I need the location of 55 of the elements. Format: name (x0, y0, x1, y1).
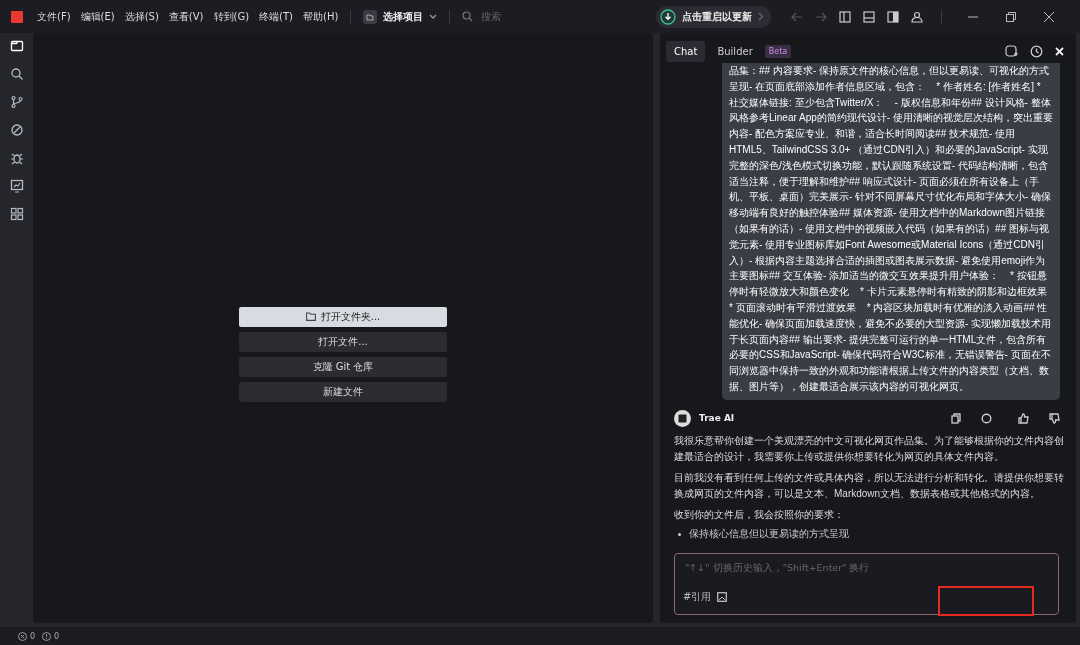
bullet-icon (678, 532, 681, 536)
chart-screen-icon[interactable] (9, 179, 24, 193)
copy-icon[interactable] (951, 412, 961, 424)
history-icon[interactable] (1030, 44, 1043, 58)
grid-icon[interactable] (9, 207, 24, 221)
chat-tab[interactable]: Builder (709, 40, 761, 62)
message-paragraph: 目前我没有看到任何上传的文件或具体内容，所以无法进行分析和转化。请提供你想要转换成网页的文件内容，可以是文本、Markdown文档、数据表格或其他格式的内容。 (674, 470, 1065, 502)
beta-badge: Beta (764, 44, 792, 58)
assistant-name: Trae AI (699, 413, 735, 424)
download-icon (660, 8, 676, 25)
chat-input[interactable]: "↑↓" 切换历史输入，"Shift+Enter" 换行 #引用 (674, 553, 1059, 615)
bottom-panel-icon[interactable] (863, 10, 875, 23)
warning-count: 0 (54, 631, 60, 641)
folder-icon (363, 9, 378, 24)
menu-item[interactable]: 转到(G) (213, 9, 250, 24)
update-button[interactable]: 点击重启以更新 (656, 5, 771, 28)
action-button[interactable]: 打开文件夹... (239, 306, 447, 327)
error-count: 0 (30, 631, 36, 641)
app-logo-icon (11, 10, 23, 23)
thumbs-up-icon[interactable] (1018, 412, 1029, 424)
account-icon[interactable] (911, 10, 923, 23)
search-icon[interactable] (9, 67, 24, 81)
chat-tab[interactable]: Chat (666, 40, 706, 62)
minimize-icon[interactable] (968, 15, 978, 18)
bug-icon[interactable] (9, 151, 24, 165)
warning-icon (42, 631, 52, 641)
avatar-icon (674, 409, 691, 427)
close-icon[interactable] (1044, 11, 1054, 22)
action-button[interactable]: 克隆 Git 仓库 (239, 356, 447, 377)
thumbs-down-icon[interactable] (1049, 412, 1060, 424)
action-button[interactable]: 打开文件... (239, 331, 447, 352)
action-button[interactable]: 新建文件 (239, 381, 447, 402)
list-item-text: 保持核心信息但以更易读的方式呈现 (689, 527, 849, 542)
menu-item[interactable]: 帮助(H) (303, 9, 339, 24)
chevron-down-icon (429, 13, 438, 20)
message-paragraph: 我很乐意帮你创建一个美观漂亮的中文可视化网页作品集。为了能够根据你的文件内容创建最适合的设计，我需要你上传或提供你想要转化为网页的具体文件内容。 (674, 433, 1065, 465)
menu-item[interactable]: 终端(T) (259, 9, 293, 24)
menu-item[interactable]: 查看(V) (168, 9, 204, 24)
user-message: 品集：## 内容要求- 保持原文件的核心信息，但以更易读、可视化的方式呈现- 在页面底部添加作者信息区域，包含： * 作者姓名: [作者姓名] * 社交媒体链接: 至少包含Twitter/X： - 版权信息和年份## 设计风格- 整体风格参考Linear App的简约现代设计- 使用清晰的视觉层次结构，突出重要内容- 配色方案应专业、和谐，适合长时间阅读## 技术规范- 使用HTML5、TailwindCSS 3.0+ （通过CDN引入）和必要的JavaScript- 实现完整的深色/浅色模式切换功能，默认跟随系统设置- 代码结构清晰，包含适当注释，便于理解和维护## 响应式设计- 页面必须在所有设备上（手机、平板、桌面）完美展示- 针对不同屏幕尺寸优化布局和字体大小- 确保移动端有良好的触控体验## 媒体资源- 使用文档中的Markdown图片链接（如果有的话）- 使用文档中的视频嵌入代码（如果有的话）## 图标与视觉元素- 使用专业图标库如Font Awesome或Material Icons（通过CDN引入）- 根据内容主题选择合适的插图或图表展示数据- 避免使用emoji作为主要图标## 交互体验- 添加适当的微交互效果提升用户体验： * 按钮悬停时有轻微放大和颜色变化 * 卡片元素悬停时有精致的阴影和边框效果 * 页面滚动时有平滑过渡效果 * 内容区块加载时有优雅的淡入动画## 性能优化- 确保页面加载速度快，避免不必要的大型资源- 实现懒加载技术用于长页面内容## 输出要求- 提供完整可运行的单一HTML文件，包含所有必要的CSS和JavaScript- 确保代码符合W3C标准，无错误警告- 页面在不同浏览器中保持一致的外观和功能请根据上传文件的内容类型（文档、数据、图片等），创建最适合展示该内容的可视化网页。 (722, 63, 1060, 400)
restore-icon[interactable] (1006, 11, 1016, 22)
error-icon (18, 631, 27, 641)
reference-button[interactable]: #引用 (683, 590, 712, 604)
chevron-right-icon (758, 12, 764, 21)
menu-item[interactable]: 编辑(E) (80, 9, 115, 24)
right-panel-icon[interactable] (887, 10, 899, 23)
search-icon (462, 11, 474, 22)
image-icon[interactable] (717, 592, 728, 602)
branch-icon[interactable] (9, 95, 24, 109)
message-paragraph: 收到你的文件后，我会按照你的要求： (674, 507, 845, 522)
menu-item[interactable]: 选择(S) (124, 9, 159, 24)
project-picker[interactable]: 选择项目 (363, 9, 438, 24)
files-icon[interactable] (9, 39, 24, 53)
left-panel-icon[interactable] (839, 10, 851, 23)
search-field[interactable]: 搜索 (479, 10, 550, 23)
menu-item[interactable]: 文件(F) (37, 9, 71, 24)
